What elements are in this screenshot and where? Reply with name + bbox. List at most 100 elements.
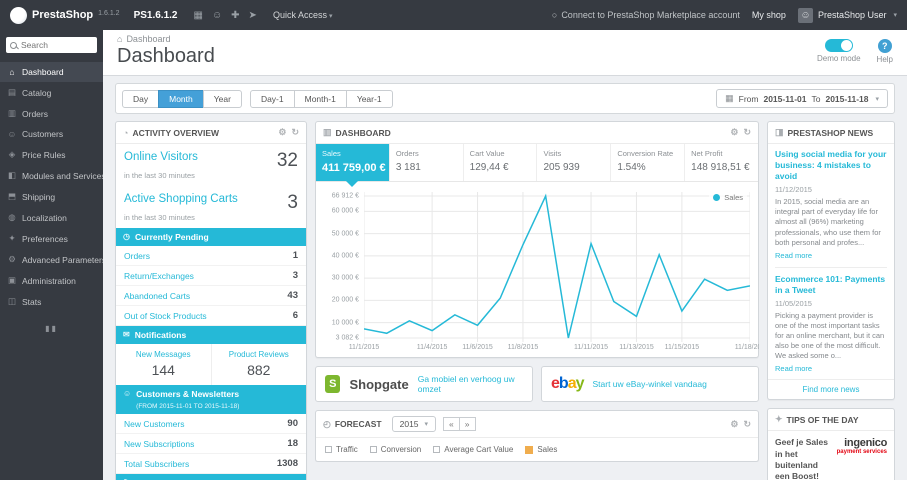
product-reviews-cell[interactable]: Product Reviews 882 (210, 344, 307, 386)
refresh-icon[interactable]: ↻ (743, 419, 751, 430)
returns-link[interactable]: Return/Exchanges (124, 271, 194, 281)
legend-traffic-checkbox[interactable]: Traffic (325, 445, 358, 454)
news-item: Ecommerce 101: Payments in a Tweet 11/05… (775, 274, 887, 375)
brand-name: PrestaShop (32, 9, 94, 21)
sidebar-item-advanced-parameters[interactable]: ⚙ Advanced Parameters (0, 249, 103, 270)
year-select[interactable]: 2015 ▾ (391, 416, 437, 432)
next-year-button[interactable]: » (458, 417, 476, 431)
news-date: 11/12/2015 (775, 185, 812, 195)
gear-icon[interactable]: ⚙ (278, 127, 286, 138)
tab-sales[interactable]: Sales 411 759,00 € (316, 144, 389, 187)
total-subscribers-link[interactable]: Total Subscribers (124, 459, 189, 469)
out-of-stock-link[interactable]: Out of Stock Products (124, 311, 207, 321)
tab-conversion-rate[interactable]: Conversion Rate 1.54% (610, 144, 684, 181)
legend-sales-checkbox[interactable]: Sales (525, 445, 557, 454)
legend-average-cart-value-checkbox[interactable]: Average Cart Value (433, 445, 513, 454)
price-tag-icon: ◈ (8, 149, 16, 159)
shopgate-link[interactable]: Ga mobiel en verhoog uw omzet (418, 374, 523, 394)
filter-month-1-button[interactable]: Month-1 (293, 89, 347, 108)
sidebar-item-stats[interactable]: ◫ Stats (0, 291, 103, 312)
refresh-icon[interactable]: ↻ (743, 127, 751, 138)
sidebar-collapse-button[interactable]: ▮▮ (0, 312, 103, 345)
marketplace-link[interactable]: ○ Connect to PrestaShop Marketplace accou… (552, 10, 740, 20)
find-more-news-link[interactable]: Find more news (768, 379, 894, 399)
legend-conversion-checkbox[interactable]: Conversion (369, 445, 421, 454)
stats-icon: ◫ (7, 296, 17, 306)
new-customers-link[interactable]: New Customers (124, 419, 184, 429)
news-excerpt: In 2015, social media are an integral pa… (775, 197, 881, 247)
read-more-link[interactable]: Read more (775, 251, 812, 260)
filter-year-1-button[interactable]: Year-1 (345, 89, 393, 108)
out-of-stock-count: 6 (292, 310, 298, 322)
gear-icon[interactable]: ⚙ (730, 419, 738, 430)
tab-visits[interactable]: Visits 205 939 (536, 144, 610, 181)
my-shop-link[interactable]: My shop (752, 10, 786, 20)
dashboard-panel: ▥ DASHBOARD ⚙ ↻ Sales 411 759,00 € Orders… (315, 121, 759, 358)
filter-year-button[interactable]: Year (202, 89, 242, 108)
pending-row: Return/Exchanges 3 (116, 266, 306, 287)
sidebar-item-administration[interactable]: ▣ Administration (0, 270, 103, 291)
sidebar-item-preferences[interactable]: ✦ Preferences (0, 228, 103, 249)
checkbox-icon (369, 446, 377, 453)
sidebar-item-orders[interactable]: ▥ Orders (0, 103, 103, 124)
chevron-down-icon: ▾ (875, 95, 879, 103)
active-carts-sub: in the last 30 minutes (124, 213, 195, 222)
avatar: ☺ (797, 7, 813, 23)
demo-mode-toggle[interactable] (824, 39, 853, 52)
online-visitors-link[interactable]: Online Visitors (124, 151, 198, 163)
online-visitors-value: 32 (276, 150, 298, 171)
sidebar-item-dashboard[interactable]: ⌂ Dashboard (0, 62, 103, 82)
help-icon[interactable]: ? (877, 38, 892, 53)
page-head: ⌂ Dashboard Dashboard Demo mode ? Help (103, 30, 907, 76)
online-visitors-metric: Online Visitors 32 (116, 144, 306, 170)
sidebar-item-catalog[interactable]: ▤ Catalog (0, 82, 103, 103)
notifications-header: ✉ Notifications (116, 326, 306, 345)
tab-cart-value[interactable]: Cart Value 129,44 € (462, 144, 537, 181)
news-headline-link[interactable]: Ecommerce 101: Payments in a Tweet (775, 274, 887, 296)
filter-day-1-button[interactable]: Day-1 (249, 89, 295, 108)
activity-icon: ◔ (123, 127, 129, 138)
cart-icon[interactable]: ▦ (193, 10, 202, 21)
sidebar-item-customers[interactable]: ☺ Customers (0, 124, 103, 144)
support-icon[interactable]: ✚ (231, 10, 239, 21)
ebay-link[interactable]: Start uw eBay-winkel vandaag (593, 379, 707, 389)
customers-icon[interactable]: ☺ (212, 10, 222, 21)
gear-icon[interactable]: ⚙ (730, 127, 738, 138)
sidebar-item-price-rules[interactable]: ◈ Price Rules (0, 144, 103, 165)
ingenico-logo: ingenico payment services (836, 437, 888, 456)
topbar: PrestaShop 1.6.1.2 PS1.6.1.2 ▦ ☺ ✚ ➤ Qui… (0, 0, 907, 30)
previous-year-button[interactable]: « (443, 417, 460, 431)
sidebar-item-modules[interactable]: ◧ Modules and Services (0, 165, 103, 186)
news-item: Using social media for your business: 4 … (775, 149, 887, 261)
main-content: ⌂ Dashboard Dashboard Demo mode ? Help D… (103, 30, 907, 480)
orders-link[interactable]: Orders (124, 251, 150, 261)
period-buttons: Day Month Year (122, 89, 242, 108)
active-carts-metric: Active Shopping Carts 3 (116, 186, 306, 212)
refresh-icon[interactable]: ↻ (291, 127, 299, 138)
user-menu[interactable]: ☺ PrestaShop User ▾ (797, 7, 897, 23)
read-more-link[interactable]: Read more (775, 364, 812, 373)
rocket-icon[interactable]: ➤ (249, 10, 257, 21)
sidebar-item-localization[interactable]: ◍ Localization (0, 207, 103, 228)
filter-day-button[interactable]: Day (122, 89, 160, 108)
new-messages-cell[interactable]: New Messages 144 (116, 344, 211, 385)
prestashop-logo-icon (10, 6, 27, 24)
active-carts-link[interactable]: Active Shopping Carts (124, 193, 238, 205)
abandoned-carts-link[interactable]: Abandoned Carts (124, 291, 190, 301)
filter-month-button[interactable]: Month (158, 89, 204, 108)
news-headline-link[interactable]: Using social media for your business: 4 … (775, 149, 887, 182)
sidebar-item-shipping[interactable]: ⬒ Shipping (0, 186, 103, 207)
breadcrumb[interactable]: ⌂ Dashboard (117, 34, 817, 44)
gear-icon: ⚙ (8, 254, 16, 264)
tab-net-profit[interactable]: Net Profit 148 918,51 € (684, 144, 758, 181)
quick-access-menu[interactable]: Quick Access ▾ (273, 10, 333, 20)
search-input[interactable] (21, 40, 93, 50)
new-subscriptions-link[interactable]: New Subscriptions (124, 439, 194, 449)
admin-icon: ▣ (7, 275, 17, 285)
tab-orders[interactable]: Orders 3 181 (388, 144, 463, 181)
brand[interactable]: PrestaShop 1.6.1.2 (10, 6, 120, 24)
forecast-icon: ◴ (323, 418, 331, 429)
demo-mode-control: Demo mode (817, 39, 861, 63)
topbar-icons: ▦ ☺ ✚ ➤ (193, 10, 256, 21)
date-range-picker[interactable]: ▦ From 2015-11-01 To 2015-11-18 ▾ (716, 89, 888, 108)
